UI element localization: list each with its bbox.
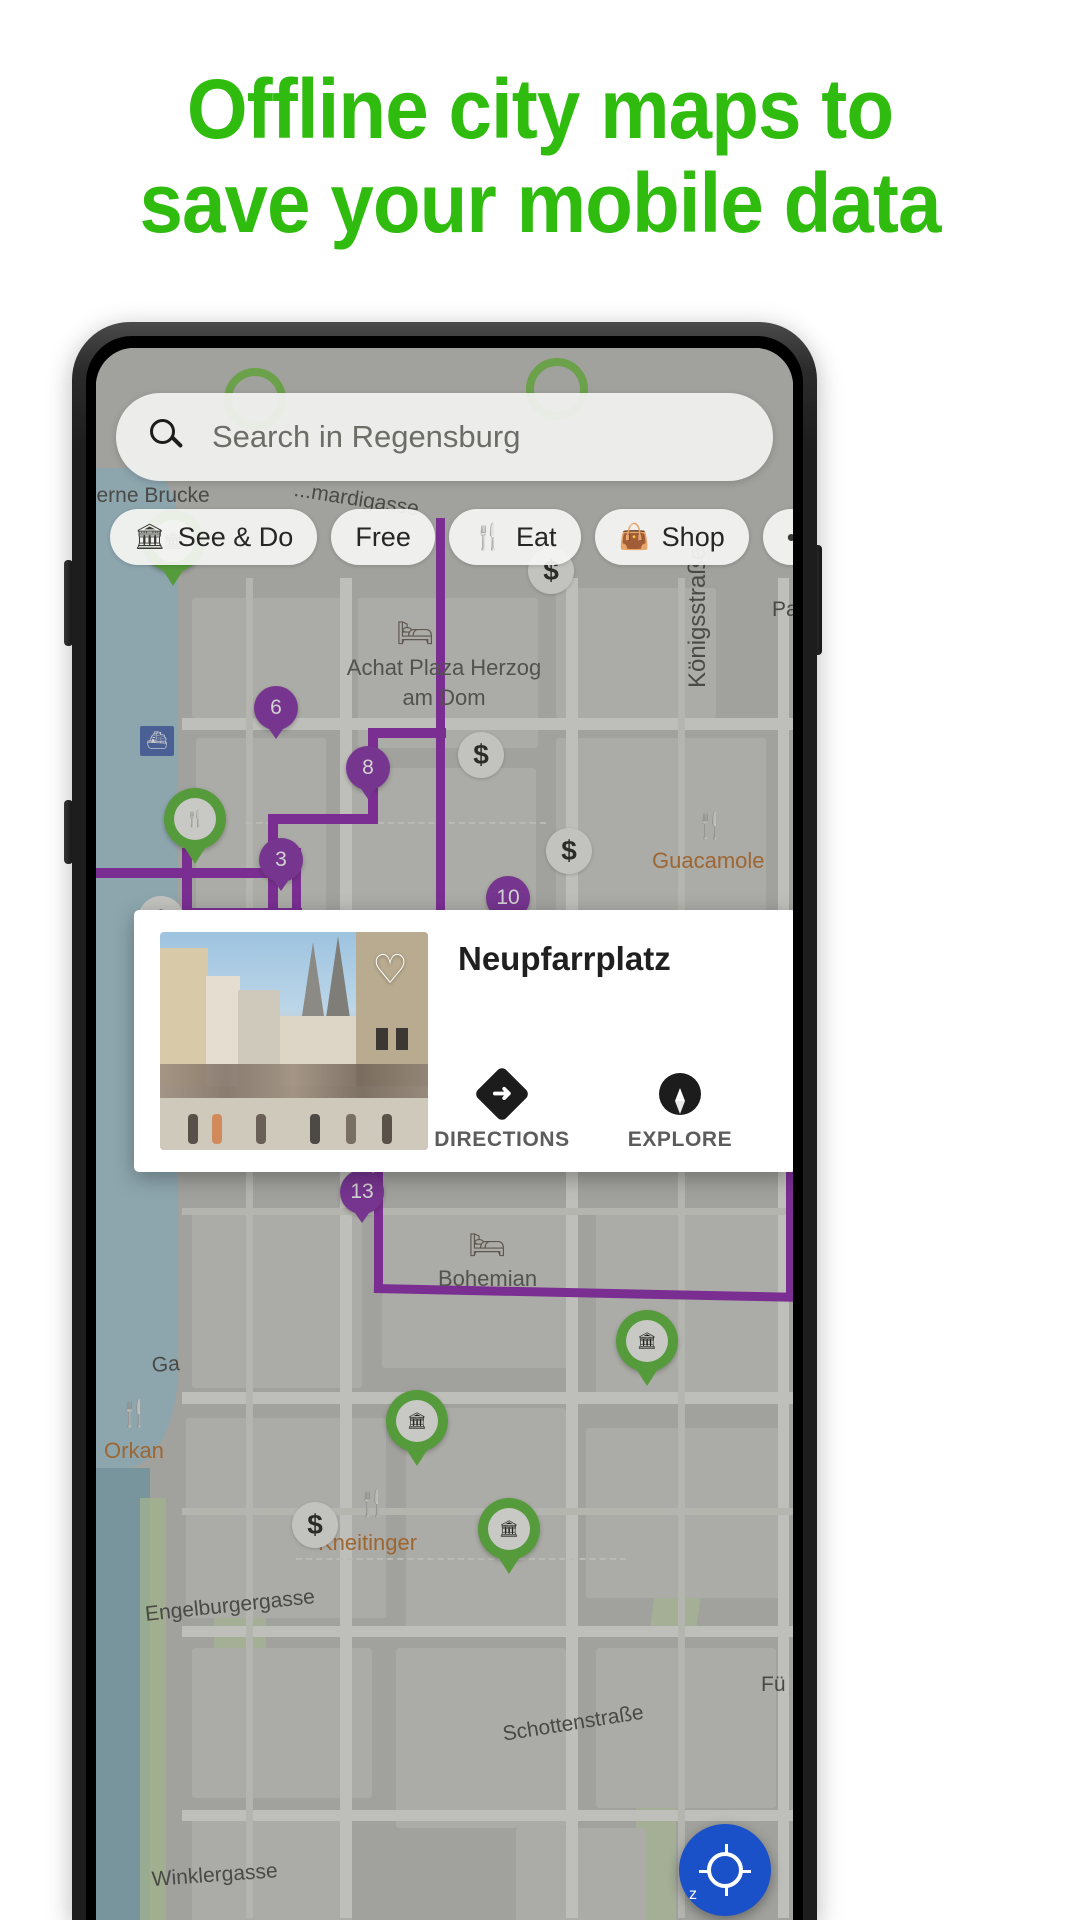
map-route (368, 728, 446, 738)
map-block (192, 1208, 362, 1388)
restaurant-icon: 🍴 (472, 522, 504, 551)
map-street-label: serne Brucke (96, 484, 210, 507)
bag-icon: 👜 (618, 522, 650, 551)
place-title: Neupfarrplatz (458, 940, 671, 977)
map-road (182, 1208, 793, 1215)
restaurant-icon: 🍴 (694, 810, 727, 840)
search-icon (150, 419, 186, 455)
map-marker-numbered[interactable]: 13 (340, 1170, 384, 1214)
attraction-pin[interactable]: 🏛 (478, 1498, 540, 1560)
map-street-label: Fü (761, 1673, 786, 1696)
chip-label: Free (355, 521, 411, 552)
map-road (182, 1392, 793, 1404)
map-poi-label: Orkan (104, 1438, 164, 1463)
sleep-z-icon: z (689, 1886, 697, 1903)
museum-icon: 🏛 (134, 522, 166, 551)
chip-label: See & Do (177, 521, 294, 552)
attraction-pin[interactable]: 🏛 (616, 1310, 678, 1372)
map-street-label: Pa (772, 598, 793, 621)
chip-label: Eat (516, 521, 557, 552)
map-block (596, 1648, 776, 1808)
map-road (182, 1626, 793, 1637)
museum-icon: 🏛 (396, 1400, 438, 1442)
compass-icon (659, 1070, 701, 1118)
restaurant-icon: 🍴 (118, 1398, 151, 1428)
map-poi-label: Bohemian (438, 1266, 538, 1291)
filter-chip-free[interactable]: Free (331, 509, 435, 565)
map-green-strip (140, 1498, 166, 1920)
search-input[interactable]: Search in Regensburg (116, 393, 773, 481)
page-title: Offline city maps to save your mobile da… (38, 62, 1042, 250)
restaurant-pin[interactable]: 🍴 (164, 788, 226, 850)
more-dots-icon: ••• (787, 522, 793, 553)
place-photo: ♡ (160, 932, 428, 1150)
phone-mockup: serne Brucke ...mardigasse Königsstraße … (72, 322, 817, 1920)
explore-button[interactable]: EXPLORE (620, 1070, 740, 1152)
promo-screenshot: Offline city maps to save your mobile da… (0, 0, 1080, 1920)
museum-icon: 🏛 (626, 1320, 668, 1362)
place-card-actions: ➜ DIRECTIONS EXPLORE (434, 1065, 740, 1152)
day-night-toggle-button[interactable]: z (679, 1824, 771, 1916)
filter-chip-row[interactable]: 🏛 See & Do Free 🍴 Eat 👜 Shop ••• Other (110, 508, 793, 566)
hotel-icon: 🛏 (396, 617, 435, 650)
map-route (436, 738, 445, 918)
map-road (182, 1810, 793, 1821)
map-road (678, 578, 685, 1918)
map-marker-price[interactable]: $ (292, 1502, 338, 1548)
favorite-heart-icon[interactable]: ♡ (368, 948, 412, 992)
restaurant-icon: 🍴 (356, 1488, 389, 1518)
map-marker-numbered[interactable]: 3 (259, 838, 303, 882)
map-road (246, 578, 253, 1918)
map-marker-numbered[interactable]: 6 (254, 686, 298, 730)
place-card-body: Neupfarrplatz ➜ DIRECTIONS EXPLORE (428, 910, 793, 1172)
attraction-pin[interactable]: 🏛 (386, 1390, 448, 1452)
map-street-label: Ga (151, 1352, 181, 1377)
map-marker-numbered[interactable]: 8 (346, 746, 390, 790)
map-path (296, 1558, 626, 1560)
headline-line-2: save your mobile data (139, 156, 941, 250)
map-marker-price[interactable]: $ (546, 828, 592, 874)
place-card[interactable]: ♡ Neupfarrplatz ➜ DIRECTIONS EXPLORE (134, 910, 793, 1172)
map-street-label: Königsstraße (684, 546, 711, 688)
filter-chip-see-and-do[interactable]: 🏛 See & Do (110, 509, 318, 565)
directions-button[interactable]: ➜ DIRECTIONS (434, 1065, 569, 1152)
hotel-icon: 🛏 (468, 1229, 507, 1262)
map-poi-label: Achat Plaza Herzog am Dom (346, 655, 542, 710)
search-placeholder: Search in Regensburg (212, 419, 521, 454)
explore-label: EXPLORE (627, 1128, 733, 1151)
map-block (516, 1828, 646, 1920)
filter-chip-other[interactable]: ••• Other (762, 509, 793, 565)
headline-line-1: Offline city maps to (186, 62, 894, 156)
phone-bezel: serne Brucke ...mardigasse Königsstraße … (86, 336, 803, 1920)
map-block (596, 1208, 786, 1398)
restaurant-icon: 🍴 (174, 798, 216, 840)
ferry-icon: ⛴ (140, 726, 174, 756)
phone-screen: serne Brucke ...mardigasse Königsstraße … (96, 348, 793, 1920)
map-block (556, 738, 766, 928)
chip-label: Shop (661, 521, 725, 552)
map-route (268, 814, 376, 824)
filter-chip-shop[interactable]: 👜 Shop (594, 509, 749, 565)
map-poi-label: Guacamole (652, 848, 765, 873)
daynight-icon (699, 1844, 751, 1896)
directions-icon: ➜ (473, 1065, 531, 1123)
filter-chip-eat[interactable]: 🍴 Eat (448, 509, 581, 565)
directions-label: DIRECTIONS (434, 1128, 570, 1151)
museum-icon: 🏛 (488, 1508, 530, 1550)
map-marker-price[interactable]: $ (458, 732, 504, 778)
